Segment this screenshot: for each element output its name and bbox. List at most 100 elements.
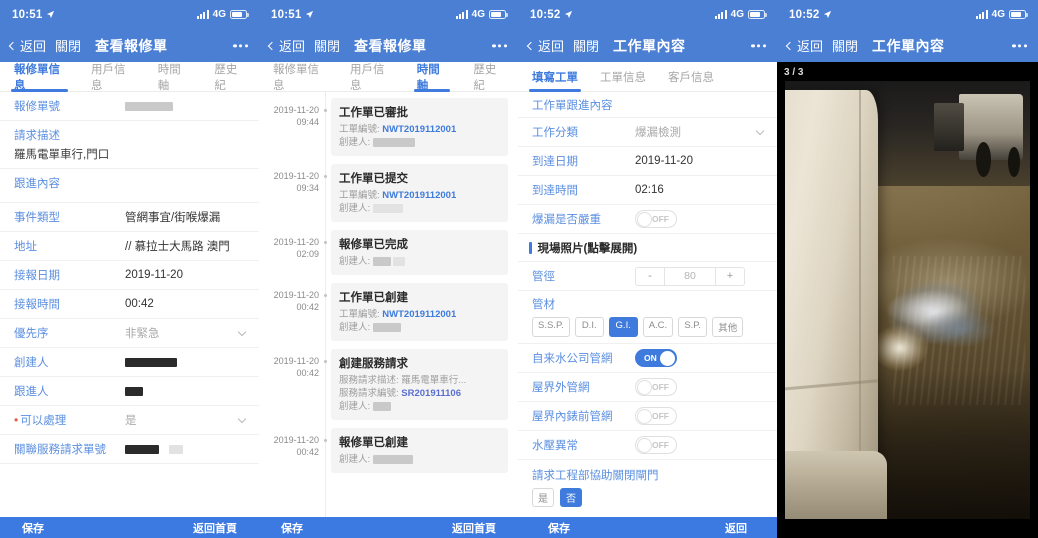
toggle-water-company-network[interactable]: ON — [635, 349, 677, 367]
tab-history[interactable]: 歷史紀 — [473, 62, 504, 92]
field-row-pipe-diameter[interactable]: 管徑 - 80 + — [518, 262, 777, 291]
section-accent-bar — [529, 242, 532, 254]
tab-work-order-info[interactable]: 工單信息 — [600, 62, 646, 92]
more-menu-button-4[interactable] — [1012, 43, 1027, 48]
more-menu-button-1[interactable] — [233, 43, 248, 48]
field-row-follower[interactable]: 跟進人 — [0, 377, 259, 406]
close-button-3[interactable]: 關閉 — [573, 36, 599, 55]
close-button-2[interactable]: 關閉 — [314, 36, 340, 55]
chip-other[interactable]: 其他 — [712, 317, 744, 337]
tab-history[interactable]: 歷史紀 — [214, 62, 245, 92]
chip-ac[interactable]: A.C. — [642, 317, 674, 337]
save-button-1[interactable]: 保存 — [22, 520, 44, 536]
detail-label: 創建人: — [339, 256, 371, 267]
timeline-item[interactable]: 2019-11-20 09:44 工作單已審批 工單編號: NWT2019112… — [259, 98, 518, 156]
valve-request-options: 是 否 — [518, 483, 777, 513]
timeline-title: 報修單已完成 — [339, 239, 408, 251]
home-button-2[interactable]: 返回首頁 — [452, 520, 496, 536]
photo-viewer[interactable]: 3 / 3 — [777, 62, 1038, 538]
field-row-leak-severe[interactable]: 爆漏是否嚴重 OFF — [518, 205, 777, 234]
home-button-1[interactable]: 返回首頁 — [193, 520, 237, 536]
photo-section-header[interactable]: 現場照片(點擊展開) — [518, 234, 777, 262]
tab-user-info[interactable]: 用戶信息 — [91, 62, 132, 92]
tab-repair-info[interactable]: 報修單信息 — [273, 62, 324, 92]
chip-di[interactable]: D.I. — [574, 317, 604, 337]
more-menu-button-2[interactable] — [492, 43, 507, 48]
field-row-arrival-time[interactable]: 到達時間 02:16 — [518, 176, 777, 205]
back-button-bottom-3[interactable]: 返回 — [725, 520, 747, 536]
back-button-1[interactable]: 返回 — [8, 36, 46, 55]
field-label: 到達日期 — [532, 156, 578, 168]
field-row-order-no[interactable]: 報修單號 — [0, 92, 259, 121]
back-button-4[interactable]: 返回 — [785, 36, 824, 55]
field-value-wrap: 2019-11-20 — [125, 269, 245, 281]
field-row-work-category[interactable]: 工作分類 爆漏檢測 — [518, 118, 777, 147]
field-row-related-sr[interactable]: 關聯服務請求單號 — [0, 435, 259, 464]
stepper-plus-button[interactable]: + — [716, 268, 744, 285]
field-row-event-type[interactable]: 事件類型 管網事宜/街喉爆漏 — [0, 203, 259, 232]
network-type: 4G — [991, 9, 1005, 20]
field-row-followup[interactable]: 跟進內容 — [0, 169, 259, 203]
field-row-inside-premeter-network[interactable]: 屋界內錶前管網 OFF — [518, 402, 777, 431]
field-row-report-time[interactable]: 接報時間 00:42 — [0, 290, 259, 319]
field-value: 羅馬電單車行,門口 — [14, 149, 110, 161]
tab-customer-info[interactable]: 客戶信息 — [668, 62, 714, 92]
tab-timeline[interactable]: 時間軸 — [413, 62, 450, 92]
phone-panel-2: 10:51 4G 返回 關閉 查看報修單 報修單信息 用戶信息 時間軸 歷史紀 — [259, 0, 518, 538]
signal-bars-icon — [197, 10, 209, 19]
tab-fill-work-order[interactable]: 填寫工單 — [529, 62, 581, 92]
timeline-dot-icon — [319, 98, 331, 156]
quantity-stepper[interactable]: - 80 + — [635, 266, 745, 286]
tab-timeline[interactable]: 時間軸 — [158, 62, 189, 92]
field-row-arrival-date[interactable]: 到達日期 2019-11-20 — [518, 147, 777, 176]
close-button-1[interactable]: 關閉 — [55, 36, 81, 55]
field-row-pressure-abnormal[interactable]: 水壓異常 OFF — [518, 431, 777, 460]
toggle-leak-severe[interactable]: OFF — [635, 210, 677, 228]
chip-ssp[interactable]: S.S.P. — [532, 317, 570, 337]
chip-sp[interactable]: S.P. — [678, 317, 708, 337]
field-row-report-date[interactable]: 接報日期 2019-11-20 — [0, 261, 259, 290]
field-row-creator[interactable]: 創建人 — [0, 348, 259, 377]
status-indicators-4: 4G — [976, 9, 1028, 20]
toggle-outside-network[interactable]: OFF — [635, 378, 677, 396]
save-button-2[interactable]: 保存 — [281, 520, 303, 536]
site-photo[interactable] — [785, 81, 1030, 519]
valve-request-yes[interactable]: 是 — [532, 488, 554, 507]
toggle-pressure-abnormal[interactable]: OFF — [635, 436, 677, 454]
chip-gi[interactable]: G.I. — [608, 317, 638, 337]
field-label: 可以處理 — [14, 412, 66, 428]
field-value: 爆漏檢測 — [635, 127, 681, 139]
detail-label: 創建人: — [339, 401, 371, 412]
field-row-outside-network[interactable]: 屋界外管網 OFF — [518, 373, 777, 402]
toggle-state-label: OFF — [652, 440, 669, 450]
field-row-water-company-network[interactable]: 自来水公司管網 ON — [518, 344, 777, 373]
timeline-item[interactable]: 2019-11-20 09:34 工作單已提交 工單編號: NWT2019112… — [259, 164, 518, 222]
field-value-wrap: 是 — [125, 412, 247, 428]
tab-repair-info[interactable]: 報修單信息 — [11, 62, 68, 92]
stepper-minus-button[interactable]: - — [636, 268, 664, 285]
tab-user-info[interactable]: 用戶信息 — [350, 62, 391, 92]
save-button-3[interactable]: 保存 — [548, 520, 570, 536]
more-menu-button-3[interactable] — [751, 43, 766, 48]
back-button-2[interactable]: 返回 — [267, 36, 305, 55]
field-label: 創建人 — [14, 357, 49, 369]
timeline-item[interactable]: 2019-11-20 00:42 創建服務請求 服務請求描述: 羅馬電單車行..… — [259, 349, 518, 420]
toggle-inside-premeter-network[interactable]: OFF — [635, 407, 677, 425]
field-row-address[interactable]: 地址 // 慕拉士大馬路 澳門 — [0, 232, 259, 261]
timeline-item[interactable]: 2019-11-20 00:42 報修單已創建 創建人: — [259, 428, 518, 473]
pillar-base — [785, 451, 887, 519]
stepper-value[interactable]: 80 — [664, 267, 716, 285]
field-row-request-desc[interactable]: 請求描述 羅馬電單車行,門口 — [0, 121, 259, 169]
photo-water-highlight-3 — [922, 308, 996, 349]
timeline-list[interactable]: 2019-11-20 09:44 工作單已審批 工單編號: NWT2019112… — [259, 92, 518, 538]
field-value-wrap: 管網事宜/街喉爆漏 — [125, 209, 245, 225]
timeline-dot-icon — [319, 283, 331, 341]
back-button-3[interactable]: 返回 — [526, 36, 564, 55]
field-row-can-handle[interactable]: 可以處理 是 — [0, 406, 259, 435]
timeline-item[interactable]: 2019-11-20 02:09 報修單已完成 創建人: — [259, 230, 518, 275]
back-label: 返回 — [797, 39, 824, 54]
close-button-4[interactable]: 關閉 — [832, 36, 858, 55]
field-row-priority[interactable]: 優先序 非緊急 — [0, 319, 259, 348]
timeline-item[interactable]: 2019-11-20 00:42 工作單已創建 工單編號: NWT2019112… — [259, 283, 518, 341]
valve-request-no[interactable]: 否 — [560, 488, 582, 507]
